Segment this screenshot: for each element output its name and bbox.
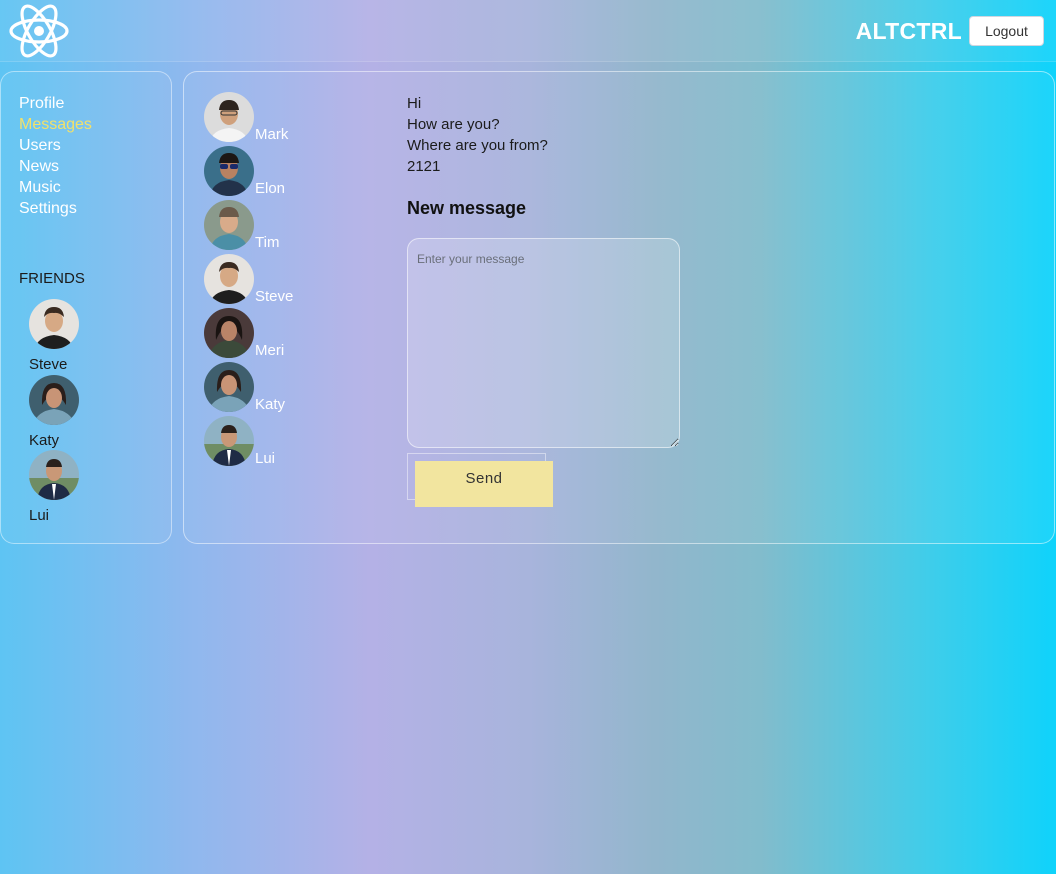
avatar — [204, 362, 254, 412]
avatar — [29, 299, 79, 349]
dialog-name: Tim — [255, 234, 280, 251]
main-nav: Profile Messages Users News Music Settin… — [19, 93, 92, 219]
message-list: Hi How are you? Where are you from? 2121 — [407, 93, 548, 177]
dialog-name: Lui — [255, 450, 276, 467]
dialog-name: Mark — [255, 126, 289, 143]
avatar — [204, 416, 254, 466]
avatar — [204, 254, 254, 304]
nav-item-messages[interactable]: Messages — [19, 114, 92, 135]
message-item: Hi — [407, 95, 422, 112]
dialog-name: Meri — [255, 342, 285, 359]
dialog-item[interactable]: Mark — [204, 92, 324, 144]
friends-title: FRIENDS — [19, 270, 85, 287]
dialog-item[interactable]: Elon — [204, 146, 324, 198]
avatar — [204, 146, 254, 196]
send-button[interactable]: Send — [415, 461, 553, 507]
dialog-name: Steve — [255, 288, 294, 305]
avatar — [204, 308, 254, 358]
friend-item[interactable]: Katy — [29, 375, 109, 449]
app-header: ALTCTRL Logout — [0, 0, 1056, 62]
message-item: 2121 — [407, 158, 441, 175]
new-message-title: New message — [407, 198, 527, 218]
brand-name: ALTCTRL — [855, 18, 962, 44]
dialog-item[interactable]: Steve — [204, 254, 324, 306]
friend-item[interactable]: Lui — [29, 450, 109, 524]
dialog-name: Elon — [255, 180, 286, 197]
avatar — [29, 375, 79, 425]
avatar — [29, 450, 79, 500]
message-item: How are you? — [407, 116, 500, 133]
nav-item-profile[interactable]: Profile — [19, 93, 92, 114]
message-item: Where are you from? — [407, 137, 548, 154]
dialog-item[interactable]: Lui — [204, 416, 324, 468]
message-input[interactable] — [407, 238, 680, 448]
nav-item-news[interactable]: News — [19, 156, 92, 177]
nav-item-settings[interactable]: Settings — [19, 198, 92, 219]
avatar — [204, 92, 254, 142]
react-atom-icon[interactable] — [8, 2, 70, 60]
dialog-item[interactable]: Katy — [204, 362, 324, 414]
avatar — [204, 200, 254, 250]
friend-name: Lui — [29, 507, 50, 524]
friend-item[interactable]: Steve — [29, 299, 109, 373]
nav-item-users[interactable]: Users — [19, 135, 92, 156]
dialog-item[interactable]: Meri — [204, 308, 324, 360]
dialog-item[interactable]: Tim — [204, 200, 324, 252]
friend-name: Katy — [29, 432, 60, 449]
logout-button[interactable]: Logout — [969, 16, 1044, 46]
dialog-name: Katy — [255, 396, 286, 413]
friend-name: Steve — [29, 356, 68, 373]
nav-item-music[interactable]: Music — [19, 177, 92, 198]
